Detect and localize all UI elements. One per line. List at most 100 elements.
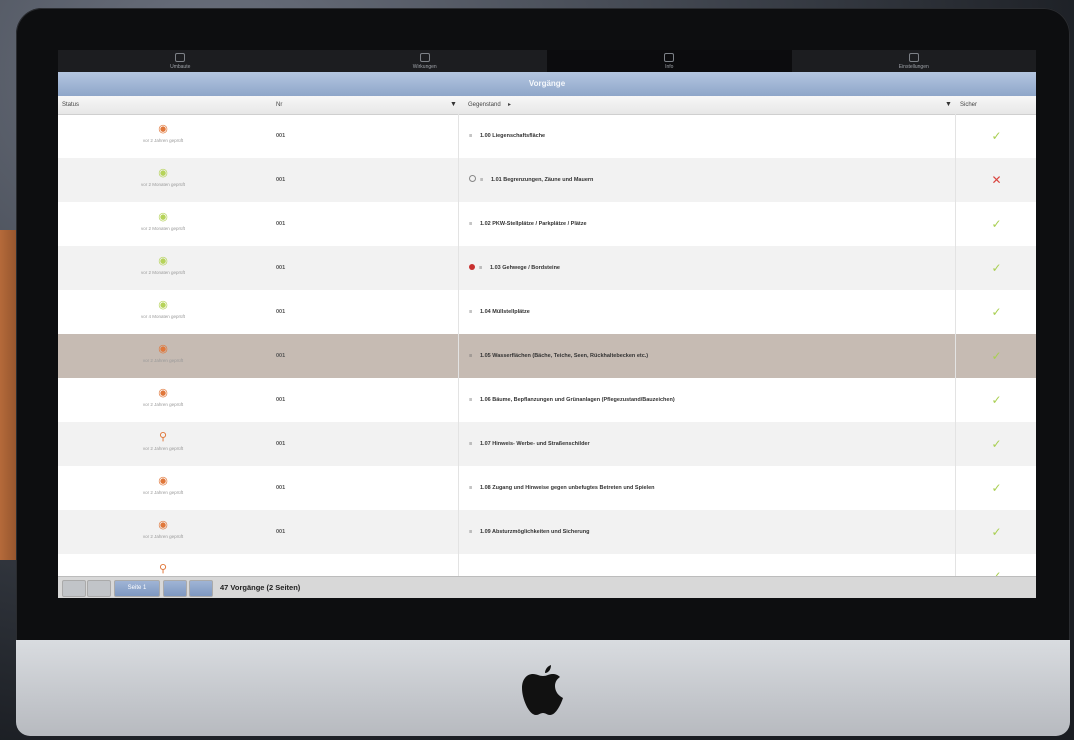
nr-cell: 001 xyxy=(276,221,286,227)
eye-icon: ◉ xyxy=(158,475,168,487)
info-icon xyxy=(664,52,675,62)
document-icon: ≡ xyxy=(469,133,473,139)
subject-cell: ≡ 1.07 Hinweis- Werbe- und Straßenschilde… xyxy=(458,422,953,466)
table-row[interactable]: ⚲ ✓ xyxy=(58,554,1036,576)
table-row[interactable]: ◉ vor 2 Monaten geprüft 001 ≡ 1.01 Begrenzun… xyxy=(58,158,1036,202)
nr-cell xyxy=(276,554,456,576)
status-cell: ◉ vor 2 Jahren geprüft xyxy=(58,378,268,422)
document-icon: ≡ xyxy=(469,529,473,535)
home-icon xyxy=(175,52,186,62)
prev-page-button[interactable] xyxy=(87,580,111,597)
tab-label: Wirkungen xyxy=(412,63,437,70)
subject-label: 1.01 Begrenzungen, Zäune und Mauern xyxy=(491,177,594,183)
table-row[interactable]: ◉ vor 2 Jahren geprüft 001 ≡ 1.05 Wasserfläc… xyxy=(58,334,1036,378)
document-icon: ≡ xyxy=(479,265,483,271)
apple-logo-icon xyxy=(520,662,566,718)
subject-label: 1.05 Wasserflächen (Bäche, Teiche, Seen,… xyxy=(480,353,649,359)
status-text: vor 2 Jahren geprüft xyxy=(142,490,184,495)
status-cell: ⚲ xyxy=(58,554,268,576)
document-icon: ≡ xyxy=(469,353,473,359)
status-text: vor 2 Monaten geprüft xyxy=(140,182,186,187)
status-cell: ◉ vor 4 Monaten geprüft xyxy=(58,290,268,334)
subject-cell: ≡ 1.03 Gehwege / Bordsteine xyxy=(458,246,953,290)
eye-icon: ◉ xyxy=(158,123,168,135)
filter-icon[interactable]: ▼ xyxy=(450,96,457,114)
status-cell: ◉ vor 2 Jahren geprüft xyxy=(58,114,268,158)
nr-cell: 001 xyxy=(276,485,286,491)
nr-cell: 001 xyxy=(276,265,286,271)
first-page-button[interactable] xyxy=(62,580,86,597)
check-icon: ✓ xyxy=(955,334,1036,378)
app-screen: Umbaute Wirkungen Info Einstellungen Vor… xyxy=(58,50,1036,598)
table-row[interactable]: ◉ vor 2 Jahren geprüft 001 ≡ 1.09 Absturzmög… xyxy=(58,510,1036,554)
table-row[interactable]: ◉ vor 4 Monaten geprüft 001 ≡ 1.04 Müllstell… xyxy=(58,290,1036,334)
next-page-button[interactable] xyxy=(163,580,187,597)
subject-cell xyxy=(458,554,953,576)
column-status[interactable]: Status xyxy=(62,96,79,114)
pager: Seite 1 47 Vorgänge (2 Seiten) xyxy=(58,576,1036,598)
check-icon: ✓ xyxy=(955,246,1036,290)
sort-arrow-icon: ▸ xyxy=(508,102,512,108)
radio-icon[interactable] xyxy=(469,175,476,182)
status-text: vor 2 Jahren geprüft xyxy=(142,358,184,363)
tab-label: Info xyxy=(665,63,674,70)
eye-icon: ◉ xyxy=(158,343,168,355)
table-row[interactable]: ◉ vor 2 Jahren geprüft 001 ≡ 1.06 Bäume, Bep… xyxy=(58,378,1036,422)
check-icon: ✓ xyxy=(955,466,1036,510)
subject-cell: ≡ 1.00 Liegenschaftsfläche xyxy=(458,114,953,158)
subject-cell: ≡ 1.09 Absturzmöglichkeiten und Sicherung xyxy=(458,510,953,554)
check-icon: ✓ xyxy=(955,378,1036,422)
check-icon: ✓ xyxy=(955,422,1036,466)
table-row[interactable]: ◉ vor 2 Monaten geprüft 001 ≡ 1.02 PKW-Stell… xyxy=(58,202,1036,246)
status-cell: ◉ vor 2 Monaten geprüft xyxy=(58,202,268,246)
nr-cell: 001 xyxy=(276,397,286,403)
eye-icon: ◉ xyxy=(158,255,168,267)
status-text: vor 2 Monaten geprüft xyxy=(140,226,186,231)
subject-label: 1.03 Gehwege / Bordsteine xyxy=(490,265,560,271)
tab-wirkungen[interactable]: Wirkungen xyxy=(303,50,548,72)
status-cell: ◉ vor 2 Monaten geprüft xyxy=(58,158,268,202)
eye-icon: ◉ xyxy=(158,167,168,179)
table-row[interactable]: ⚲ vor 2 Jahren geprüft 001 ≡ 1.07 Hinweis- W… xyxy=(58,422,1036,466)
document-icon: ≡ xyxy=(469,221,473,227)
status-text: vor 4 Monaten geprüft xyxy=(140,314,186,319)
subject-label: 1.08 Zugang und Hinweise gegen unbefugte… xyxy=(480,485,655,491)
subject-label: 1.00 Liegenschaftsfläche xyxy=(480,133,546,139)
subject-cell: ≡ 1.08 Zugang und Hinweise gegen unbefugt… xyxy=(458,466,953,510)
document-icon: ≡ xyxy=(469,397,473,403)
table-row[interactable]: ◉ vor 2 Jahren geprüft 001 ≡ 1.08 Zugang und… xyxy=(58,466,1036,510)
status-cell: ◉ vor 2 Monaten geprüft xyxy=(58,246,268,290)
check-icon: ✓ xyxy=(955,202,1036,246)
last-page-button[interactable] xyxy=(189,580,213,597)
subject-cell: ≡ 1.04 Müllstellplätze xyxy=(458,290,953,334)
record-count: 47 Vorgänge (2 Seiten) xyxy=(220,583,301,592)
check-icon: ✓ xyxy=(955,290,1036,334)
column-check[interactable]: Sicher xyxy=(960,96,977,114)
table-header: Status Nr ▼ Gegenstand ▸ ▼ Sicher xyxy=(58,96,1036,115)
status-text: vor 2 Jahren geprüft xyxy=(142,446,184,451)
status-text: vor 2 Jahren geprüft xyxy=(142,402,184,407)
column-subject[interactable]: Gegenstand xyxy=(468,96,501,114)
page-select[interactable]: Seite 1 xyxy=(114,580,160,597)
nr-cell: 001 xyxy=(276,177,286,183)
nr-cell: 001 xyxy=(276,441,286,447)
column-nr[interactable]: Nr xyxy=(276,96,282,114)
subject-cell: ≡ 1.01 Begrenzungen, Zäune und Mauern xyxy=(458,158,953,202)
alert-dot-icon[interactable] xyxy=(469,264,475,270)
document-icon: ≡ xyxy=(469,441,473,447)
status-text: vor 2 Jahren geprüft xyxy=(142,138,184,143)
tab-info[interactable]: Info xyxy=(547,50,792,72)
search-icon: ⚲ xyxy=(158,431,168,443)
building-icon xyxy=(419,52,430,62)
table-row[interactable]: ◉ vor 2 Jahren geprüft 001 ≡ 1.00 Liegenscha… xyxy=(58,114,1036,158)
eye-icon: ◉ xyxy=(158,299,168,311)
filter-icon[interactable]: ▼ xyxy=(945,96,952,114)
tab-einstellungen[interactable]: Einstellungen xyxy=(792,50,1037,72)
nr-cell: 001 xyxy=(276,353,286,359)
subject-label: 1.02 PKW-Stellplätze / Parkplätze / Plät… xyxy=(480,221,587,227)
status-cell: ◉ vor 2 Jahren geprüft xyxy=(58,466,268,510)
subject-label: 1.06 Bäume, Bepflanzungen und Grünanlage… xyxy=(480,397,675,403)
table-row[interactable]: ◉ vor 2 Monaten geprüft 001 ≡ 1.03 Gehwege /… xyxy=(58,246,1036,290)
subject-label: 1.07 Hinweis- Werbe- und Straßenschilder xyxy=(480,441,590,447)
tab-umbaute[interactable]: Umbaute xyxy=(58,50,303,72)
